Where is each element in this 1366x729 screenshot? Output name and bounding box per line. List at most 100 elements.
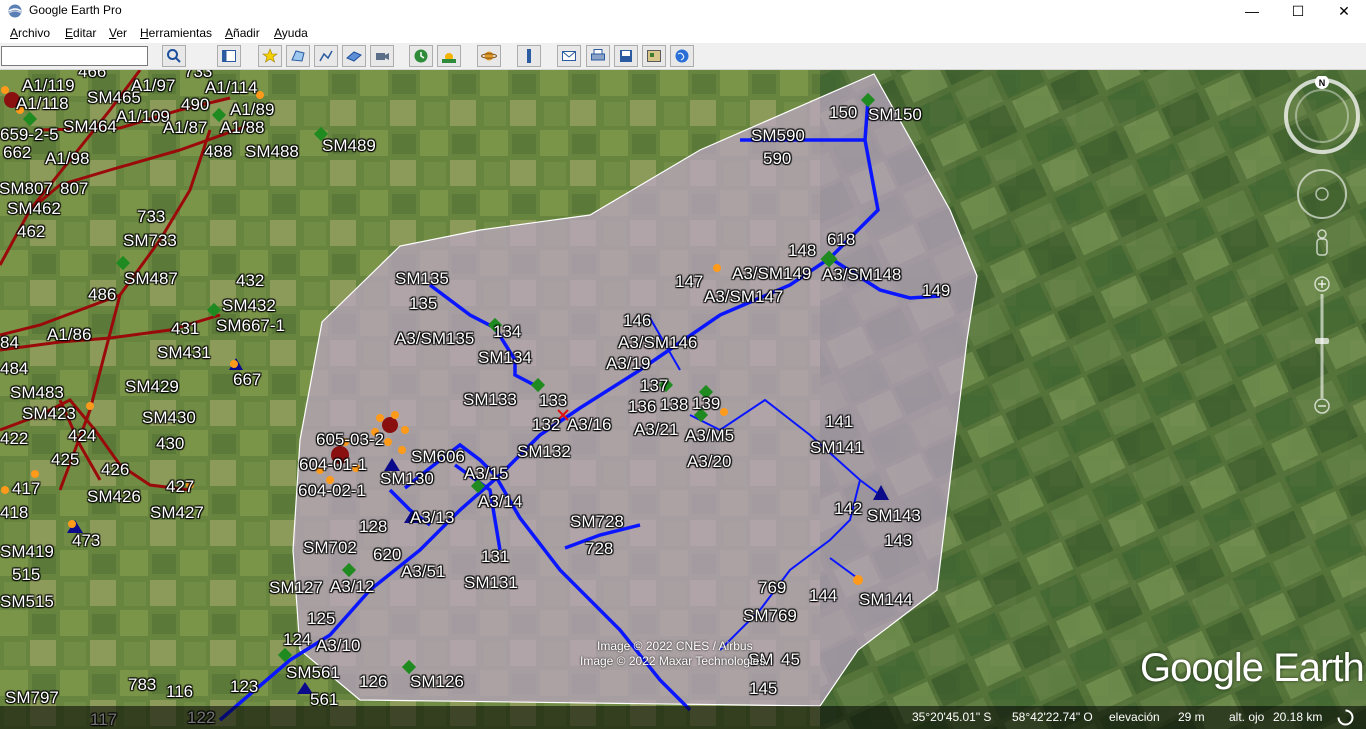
loading-spinner-icon (1337, 709, 1354, 726)
map-label: SM483 (10, 383, 64, 402)
minimize-button[interactable]: — (1229, 0, 1275, 22)
polygon-icon (291, 50, 305, 62)
menu-editar[interactable]: Editar (65, 26, 96, 40)
add-polygon-button[interactable] (286, 45, 310, 67)
look-joystick[interactable] (1297, 169, 1347, 219)
map-label: 125 (307, 609, 336, 628)
add-placemark-button[interactable] (258, 45, 282, 67)
map-view-button[interactable] (642, 45, 666, 67)
map-view[interactable]: A1/119 A1/118 466 SM465 A1/97 733 A1/114… (0, 70, 1366, 729)
sidebar-toggle-button[interactable] (217, 45, 241, 67)
map-label: SM728 (570, 512, 624, 531)
map-label: A3/14 (478, 492, 523, 511)
map-label: SM429 (125, 377, 179, 396)
map-label: SM489 (322, 136, 376, 155)
navigation-controls: N (1284, 76, 1360, 414)
map-label: 424 (68, 426, 97, 445)
map-label: 728 (585, 539, 614, 558)
map-label: 150 (829, 103, 858, 122)
google-earth-logo: Google Earth (1140, 646, 1365, 690)
map-label: SM141 (810, 438, 864, 457)
map-label: SM807 (0, 179, 53, 198)
map-label: SM134 (478, 348, 532, 367)
map-label: 618 (827, 230, 856, 249)
add-path-button[interactable] (314, 45, 338, 67)
map-label: SM427 (150, 503, 204, 522)
planets-button[interactable] (477, 45, 501, 67)
elevation-value: 29 m (1178, 710, 1205, 724)
close-button[interactable]: ✕ (1321, 0, 1366, 22)
save-image-button[interactable] (614, 45, 638, 67)
add-image-overlay-button[interactable] (342, 45, 366, 67)
street-view-pegman-icon[interactable] (1316, 229, 1328, 256)
map-label: A1/109 (116, 107, 170, 126)
map-label: 466 (78, 70, 107, 81)
menu-herramientas[interactable]: Herramientas (140, 26, 212, 40)
menu-archivo[interactable]: Archivo (10, 26, 50, 40)
map-label: A3/13 (410, 508, 455, 527)
map-label: 473 (72, 531, 101, 550)
search-input[interactable] (1, 46, 148, 66)
search-button[interactable] (162, 45, 186, 67)
map-label: SM133 (463, 390, 517, 409)
map-label: SM127 (269, 578, 323, 597)
map-label: SM702 (303, 538, 357, 557)
map-label: A3/SM135 (395, 329, 475, 348)
map-label: A3/51 (401, 562, 446, 581)
map-label: 137 (640, 376, 669, 395)
map-label: SM143 (867, 506, 921, 525)
maximize-button[interactable]: ☐ (1275, 0, 1321, 22)
map-label: SM797 (5, 688, 59, 707)
longitude-readout: 58°42'22.74" O (1012, 710, 1093, 724)
print-icon (591, 49, 605, 61)
map-label: A1/97 (131, 76, 176, 95)
compass-ring[interactable]: N (1284, 76, 1360, 154)
zoom-slider[interactable] (1314, 276, 1330, 414)
status-bar: 35°20'45.01" S 58°42'22.74" O elevación … (0, 706, 1366, 729)
tour-icon (376, 53, 389, 60)
map-label: 143 (884, 531, 913, 550)
menu-ver[interactable]: Ver (109, 26, 127, 40)
map-label: SM131 (464, 573, 518, 592)
imagery-credit: Image © 2022 Maxar Technologies (580, 654, 766, 668)
map-label: 418 (0, 503, 29, 522)
map-label: 128 (359, 517, 388, 536)
map-label: 590 (763, 149, 792, 168)
map-label: A1/114 (205, 78, 258, 97)
map-label: SM769 (743, 606, 797, 625)
sidebar-icon (222, 50, 236, 62)
map-label: 604-02-1 (298, 481, 367, 500)
map-label: A1/88 (220, 118, 265, 137)
title-bar: Google Earth Pro — ☐ ✕ (0, 0, 1366, 22)
earth-view-button[interactable] (670, 45, 694, 67)
map-label: 126 (359, 672, 388, 691)
menu-ayuda[interactable]: Ayuda (274, 26, 308, 40)
map-label: A3/SM149 (732, 264, 812, 283)
map-label: 605-03-2 (316, 430, 385, 449)
map-label: SM144 (859, 590, 913, 609)
map-label: 807 (60, 179, 89, 198)
historical-imagery-button[interactable] (409, 45, 433, 67)
ruler-button[interactable] (517, 45, 541, 67)
map-label: 486 (88, 285, 117, 304)
map-label: A3/SM148 (822, 265, 902, 284)
sun-icon (442, 53, 456, 63)
menu-anadir[interactable]: Añadir (225, 26, 260, 40)
map-label: SM462 (7, 199, 61, 218)
latitude-readout: 35°20'45.01" S (912, 710, 992, 724)
email-button[interactable] (557, 45, 581, 67)
map-label: 432 (236, 271, 265, 290)
map-label: SM431 (157, 343, 211, 362)
map-label: 138 (660, 395, 689, 414)
map-label: 484 (0, 359, 29, 378)
map-label: SM733 (123, 231, 177, 250)
map-label: A3/20 (687, 452, 732, 471)
map-label: A1/118 (16, 94, 69, 113)
sunlight-button[interactable] (437, 45, 461, 67)
map-label: A3/15 (464, 464, 509, 483)
print-button[interactable] (586, 45, 610, 67)
map-view-icon (647, 50, 661, 62)
record-tour-button[interactable] (370, 45, 394, 67)
map-label: SM426 (87, 487, 141, 506)
window-title: Google Earth Pro (29, 3, 122, 17)
